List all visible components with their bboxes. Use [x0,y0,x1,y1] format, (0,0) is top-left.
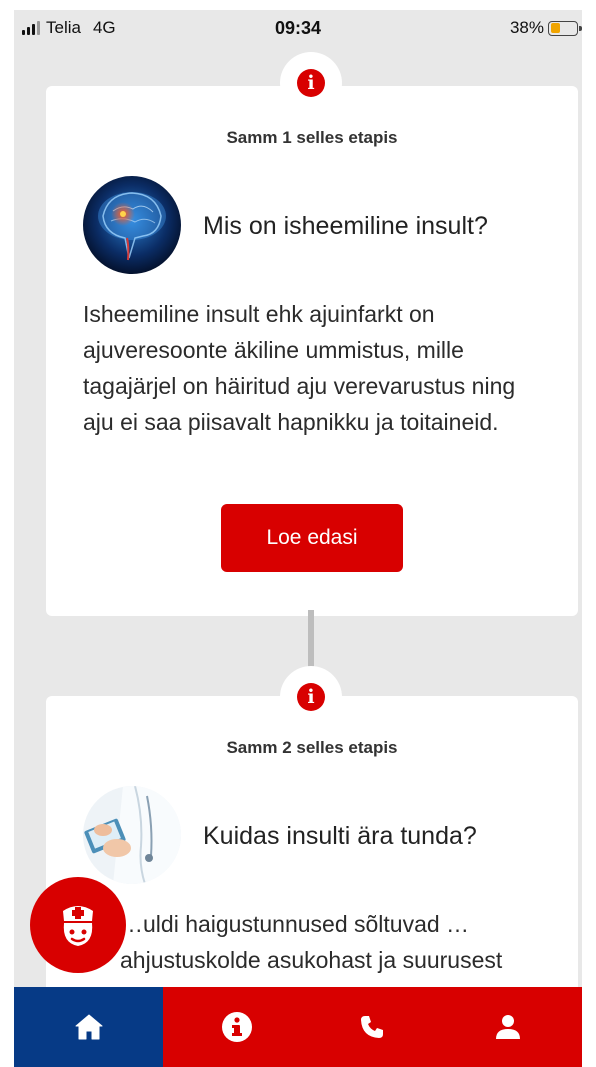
status-right: 38% [509,18,582,38]
phone-icon [361,1016,383,1038]
status-time: 09:34 [274,18,322,38]
step-label: Samm 1 selles etapis [226,128,398,147]
read-more-button[interactable]: Loe edasi [221,504,403,572]
user-icon [495,1015,520,1039]
info-icon: i [297,683,325,711]
status-bar: Telia 4G 09:34 38% [14,10,582,48]
step-title: Mis on isheemiline insult? [203,212,488,240]
nurse-chat-button[interactable] [30,877,126,973]
info-icon: i [297,69,325,97]
nurse-icon [63,906,93,946]
nav-profile[interactable] [433,987,582,1067]
step-title: Kuidas insulti ära tunda? [203,822,477,850]
doctor-image [83,786,181,884]
info-icon [222,1012,252,1042]
brain-image [83,176,181,274]
step-card-1: Samm 1 selles etapis Mis on isheemiline … [46,86,578,616]
step-body: …uldi haigustunnused sõltuvad …ahjustusk… [120,911,503,973]
step-label: Samm 2 selles etapis [226,738,398,757]
bottom-nav [14,987,582,1067]
step-badge-2: i [280,666,342,728]
app-screen: Telia 4G 09:34 38% Samm 1 selles etapis [14,10,582,1067]
battery-percent: 38% [509,18,544,37]
step-body: Isheemiline insult ehk ajuinfarkt on aju… [83,301,516,435]
step-badge-1: i [280,52,342,114]
battery-icon [548,20,582,36]
nav-home[interactable] [14,987,163,1067]
nav-phone[interactable] [311,987,433,1067]
home-icon [75,1014,102,1040]
battery-fill [550,23,560,33]
nav-info[interactable] [163,987,311,1067]
